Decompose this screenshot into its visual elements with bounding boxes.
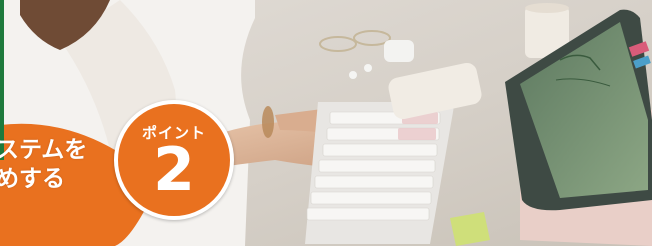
point-badge-number: 2 [153,135,195,205]
headline-line-2: めする [0,166,65,192]
headline-line-1: ステムを [0,137,88,163]
point-badge: ポイント 2 [114,100,234,220]
headline: ステムを めする [0,136,87,194]
desk-photo [0,0,652,246]
photo-banner: ステムを めする ポイント 2 [0,0,652,246]
